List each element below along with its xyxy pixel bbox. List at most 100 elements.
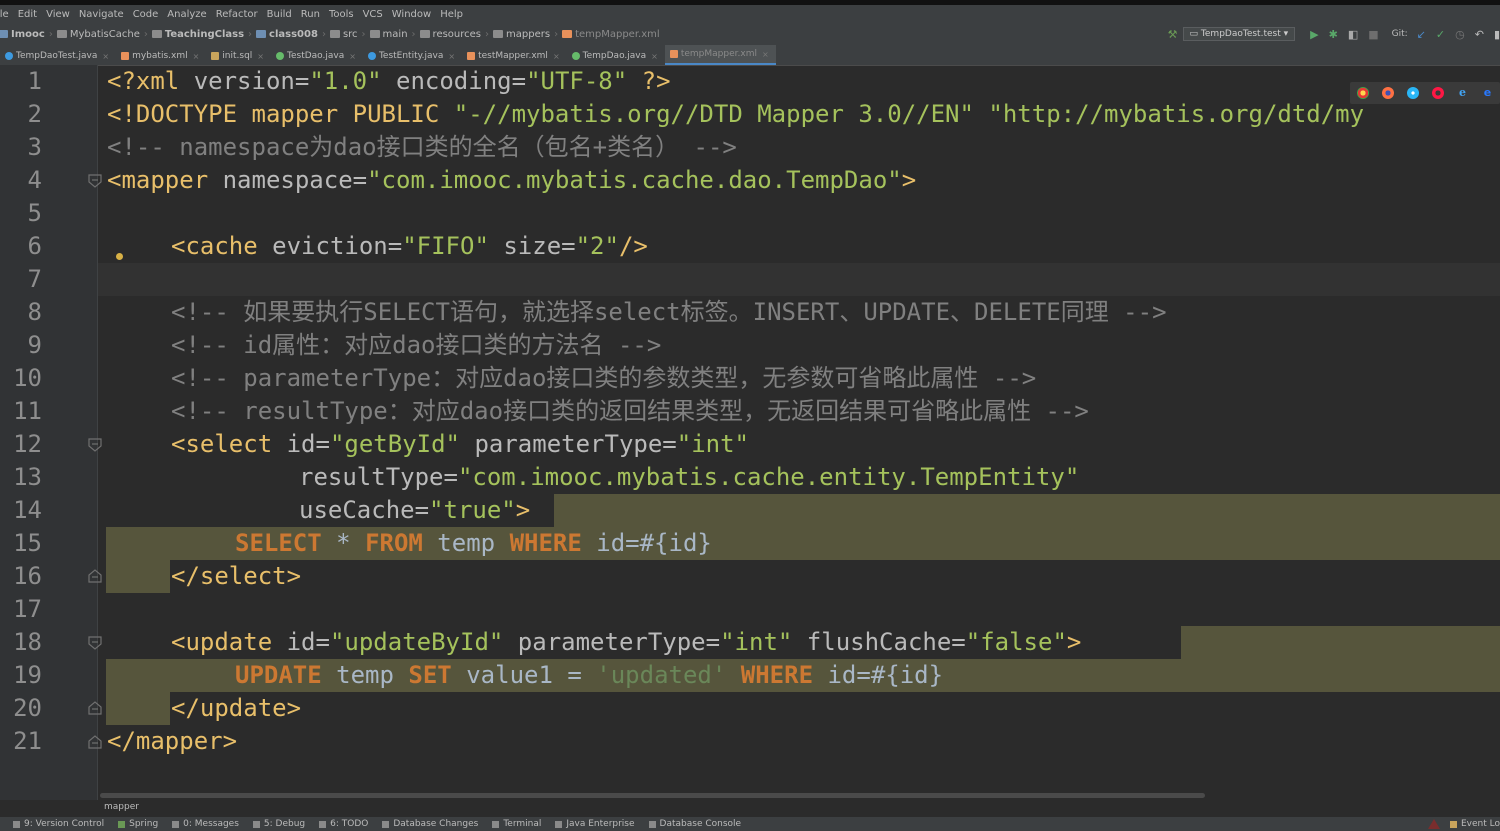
tool-terminal[interactable]: Terminal	[492, 819, 541, 829]
intention-bulb-icon[interactable]	[116, 253, 123, 260]
horizontal-scrollbar-thumb[interactable]	[100, 793, 1205, 798]
toolbar-right: ⚒ ▭ TempDaoTest.test ▾ ▶ ✱ ◧ ■ Git: ↙ ✓ …	[1163, 23, 1500, 45]
menu-vcs[interactable]: VCS	[363, 9, 383, 20]
git-revert-icon[interactable]: ↶	[1475, 28, 1484, 41]
menu-build[interactable]: Build	[267, 9, 292, 20]
breadcrumb-imooc[interactable]: Imooc ›	[0, 29, 53, 40]
menu-window[interactable]: Window	[392, 9, 431, 20]
firefox-icon[interactable]	[1381, 87, 1394, 99]
menu-navigate[interactable]: Navigate	[79, 9, 124, 20]
tool-messages[interactable]: 0: Messages	[172, 819, 239, 829]
tool-version-control[interactable]: 9: Version Control	[13, 819, 104, 829]
breadcrumb-label: MybatisCache	[69, 28, 140, 40]
menu-run[interactable]: Run	[301, 9, 320, 20]
run-config-select[interactable]: ▭ TempDaoTest.test ▾	[1182, 27, 1296, 41]
tool-label: 6: TODO	[330, 819, 369, 829]
menu-analyze[interactable]: Analyze	[167, 9, 206, 20]
close-icon[interactable]: ×	[349, 52, 356, 61]
sql-injection-highlight	[106, 692, 170, 725]
safari-icon[interactable]	[1406, 87, 1419, 99]
line-number: 7	[27, 265, 42, 293]
tab-tempdao-java[interactable]: TempDao.java ×	[567, 47, 665, 65]
tab-label: TestDao.java	[287, 51, 345, 61]
git-update-icon[interactable]: ↙	[1417, 28, 1426, 41]
tab-label: tempMapper.xml	[680, 49, 757, 59]
breadcrumb-main[interactable]: main ›	[369, 28, 416, 40]
breadcrumb-tempmapper[interactable]: tempMapper.xml	[562, 29, 660, 40]
tool-debug[interactable]: 5: Debug	[252, 819, 305, 829]
line-number: 2	[27, 100, 42, 128]
sql-injection-highlight	[554, 494, 1500, 527]
breadcrumb-teachingclass[interactable]: TeachingClass ›	[151, 29, 252, 40]
breadcrumb-src[interactable]: src ›	[329, 28, 366, 40]
ie-icon[interactable]: e	[1457, 87, 1469, 99]
close-icon[interactable]: ×	[257, 52, 264, 61]
tab-testdao-java[interactable]: TestDao.java ×	[271, 47, 363, 65]
run-icon[interactable]: ▶	[1310, 28, 1318, 41]
tool-spring[interactable]: Spring	[118, 819, 158, 829]
chevron-right-icon: ›	[361, 28, 366, 40]
menu-tools[interactable]: Tools	[329, 9, 354, 20]
chevron-right-icon: ›	[321, 28, 326, 40]
opera-icon[interactable]	[1431, 87, 1444, 99]
debug-icon[interactable]: ✱	[1329, 28, 1338, 41]
tab-testentity-java[interactable]: TestEntity.java ×	[363, 47, 462, 65]
tab-mybatis-xml[interactable]: mybatis.xml ×	[116, 47, 206, 65]
git-history-icon[interactable]: ◷	[1455, 28, 1465, 41]
tab-testmapper-xml[interactable]: testMapper.xml ×	[462, 47, 567, 65]
tool-java-enterprise[interactable]: Java Enterprise	[555, 819, 635, 829]
java-interface-icon	[276, 52, 284, 60]
code-line-11: <!-- resultType：对应dao接口类的返回结果类型，无返回结果可省略…	[171, 397, 1089, 425]
sql-file-icon	[211, 52, 220, 60]
breadcrumb-class008[interactable]: class008 ›	[256, 29, 326, 40]
line-number: 5	[27, 199, 42, 227]
close-icon[interactable]: ×	[762, 50, 769, 59]
coverage-icon[interactable]: ◧	[1348, 28, 1358, 41]
tool-todo[interactable]: 6: TODO	[319, 819, 368, 829]
edge-icon[interactable]: e	[1482, 87, 1494, 99]
line-number: 8	[27, 298, 42, 326]
tool-database-changes[interactable]: Database Changes	[382, 819, 478, 829]
java-enterprise-icon	[555, 820, 563, 828]
menu-refactor[interactable]: Refactor	[216, 9, 258, 20]
tab-label: testMapper.xml	[478, 51, 548, 61]
folder-icon	[56, 30, 67, 38]
more-icon[interactable]: ▮	[1494, 28, 1500, 41]
folder-icon	[419, 30, 430, 38]
git-commit-icon[interactable]: ✓	[1436, 28, 1445, 41]
code-editor[interactable]: e e <?xml version="1.0" encoding="UTF-8"…	[98, 65, 1500, 800]
close-icon[interactable]: ×	[448, 52, 455, 61]
menu-view[interactable]: View	[46, 9, 70, 20]
xml-breadcrumb[interactable]: mapper	[104, 802, 139, 812]
tool-database-console[interactable]: Database Console	[648, 819, 741, 829]
menu-help[interactable]: Help	[440, 9, 463, 20]
tab-tempdaotest-java[interactable]: TempDaoTest.java ×	[0, 47, 116, 65]
xml-file-icon	[562, 30, 573, 38]
code-line-12: <select id="getById" parameterType="int"	[171, 430, 749, 458]
sql-injection-highlight	[1181, 626, 1500, 659]
code-line-1: <?xml version="1.0" encoding="UTF-8" ?>	[107, 67, 671, 95]
event-log-label: Event Lo	[1460, 819, 1500, 829]
close-icon[interactable]: ×	[193, 52, 200, 61]
xml-file-icon	[467, 52, 476, 60]
tab-init-sql[interactable]: init.sql ×	[206, 47, 271, 65]
breadcrumb-resources[interactable]: resources ›	[419, 29, 489, 40]
java-interface-icon	[571, 52, 580, 60]
stop-icon[interactable]: ■	[1368, 28, 1378, 41]
breadcrumb-mybatiscache[interactable]: MybatisCache ›	[56, 28, 148, 40]
chevron-right-icon: ›	[411, 28, 416, 40]
menu-file[interactable]: ile	[0, 9, 9, 20]
tab-tempmapper-xml[interactable]: tempMapper.xml ×	[664, 45, 776, 65]
breadcrumb-mappers[interactable]: mappers ›	[493, 29, 558, 40]
breadcrumb-label: mappers	[506, 28, 551, 40]
editor-tabs: TempDaoTest.java × mybatis.xml × init.sql ×…	[0, 45, 1500, 66]
warning-triangle-icon	[1427, 819, 1440, 829]
close-icon[interactable]: ×	[553, 52, 560, 61]
menu-code[interactable]: Code	[133, 9, 159, 20]
close-icon[interactable]: ×	[651, 52, 658, 61]
event-log[interactable]: Event Lo	[1427, 817, 1500, 831]
close-icon[interactable]: ×	[102, 52, 109, 61]
editor-gutter[interactable]: 1 2 3 4 5 6 7 8 9 10 11 12 13 14 15 16 1…	[0, 65, 102, 800]
menu-edit[interactable]: Edit	[18, 9, 37, 20]
build-hammer-icon[interactable]: ⚒	[1168, 28, 1178, 41]
